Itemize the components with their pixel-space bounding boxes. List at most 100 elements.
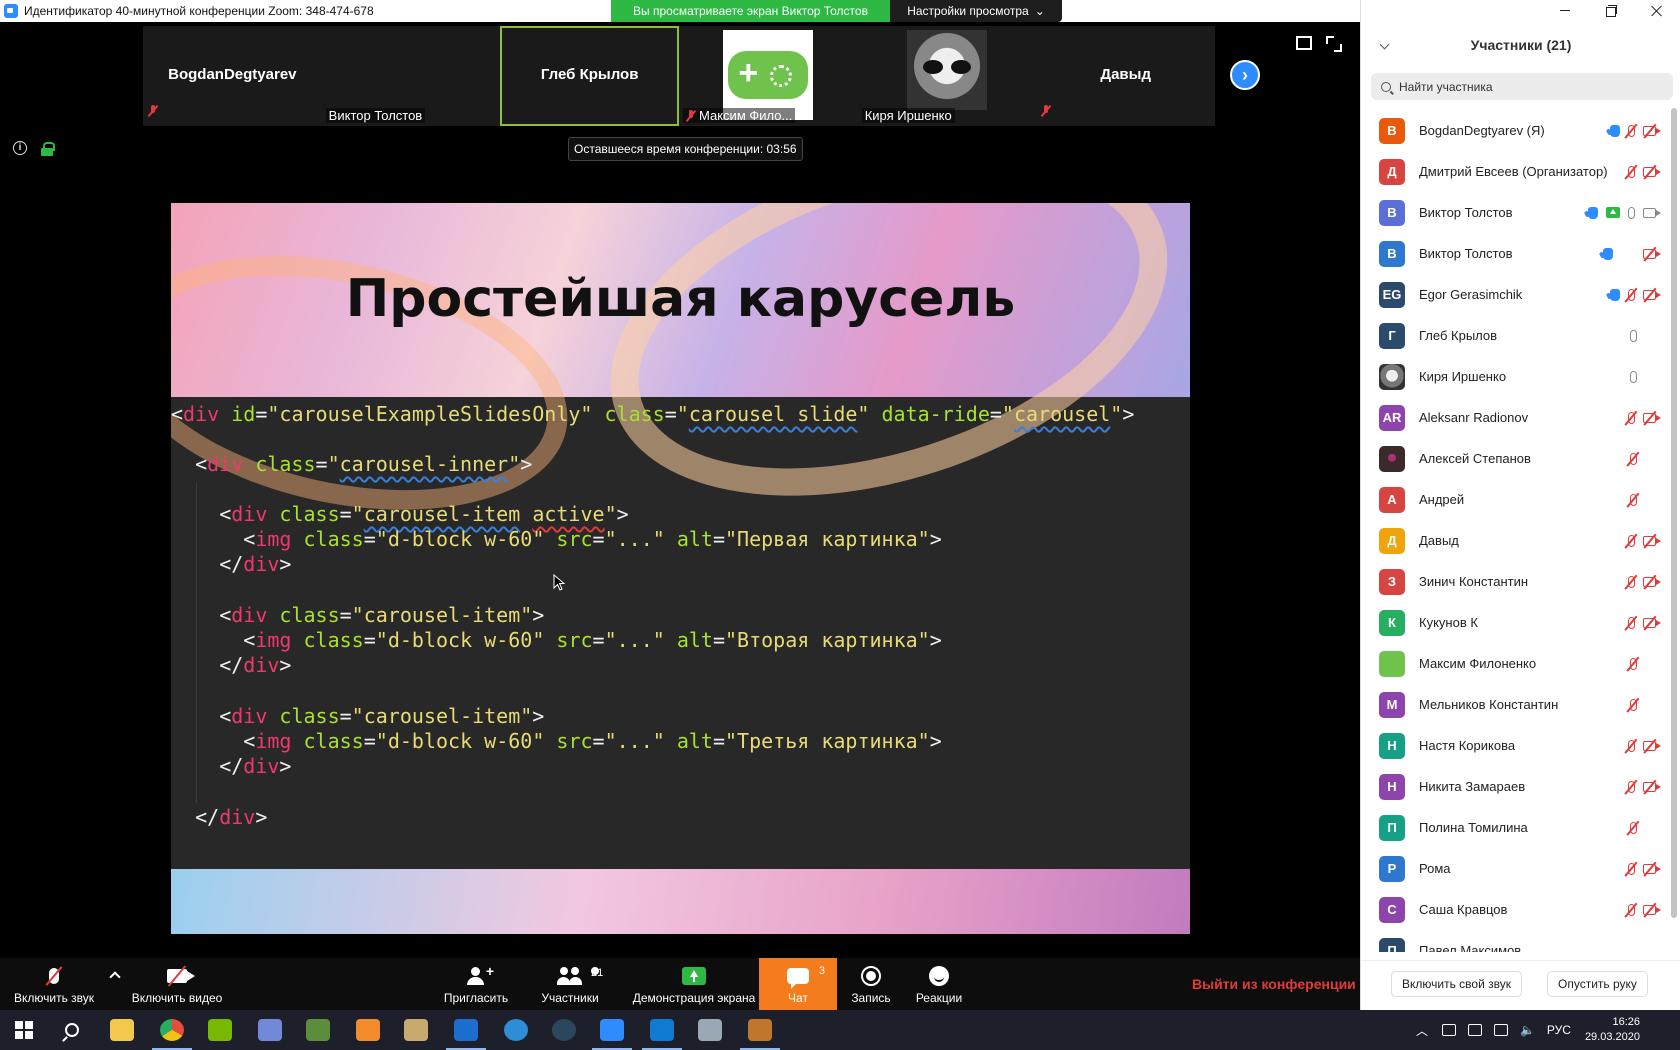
battery-icon[interactable] <box>1493 1024 1508 1036</box>
participant-status-icons <box>1628 534 1661 547</box>
unmute-self-button[interactable]: Включить свой звук <box>1391 971 1522 997</box>
participant-row[interactable]: AR Aleksanr Radionov <box>1361 397 1673 438</box>
start-button[interactable] <box>0 1010 48 1050</box>
participants-label: Участники <box>541 991 599 1005</box>
steam-button[interactable] <box>540 1010 588 1050</box>
participants-icon: 21 <box>557 967 603 985</box>
chrome-icon <box>160 1019 184 1041</box>
unmute-button[interactable]: Включить звук <box>8 958 100 1010</box>
participant-row[interactable]: К Кукунов К <box>1361 602 1673 643</box>
camera-off-icon <box>1643 904 1661 915</box>
minimize-icon[interactable] <box>1542 0 1588 22</box>
participant-row[interactable]: П Полина Томилина <box>1361 807 1673 848</box>
leave-meeting-button[interactable]: Выйти из конференции <box>1192 976 1356 992</box>
participant-name: Максим Филоненко <box>1419 656 1537 671</box>
mic-off-icon <box>49 968 59 984</box>
video-tile[interactable]: BogdanDegtyarev <box>143 26 322 126</box>
unmute-label: Включить звук <box>13 991 95 1005</box>
avatar: М <box>1379 691 1405 718</box>
close-icon[interactable] <box>1634 0 1680 22</box>
participants-button[interactable]: 21 Участники <box>540 958 603 1010</box>
avatar-initials: М <box>1386 697 1398 712</box>
participant-row[interactable]: Д Давыд <box>1361 520 1673 561</box>
participant-row[interactable]: В Виктор Толстов <box>1361 192 1673 233</box>
sublime-button[interactable] <box>344 1010 392 1050</box>
league-button[interactable] <box>392 1010 440 1050</box>
participant-row[interactable]: А Андрей <box>1361 479 1673 520</box>
discord-button[interactable] <box>246 1010 294 1050</box>
participant-row[interactable]: Д Дмитрий Евсеев (Организатор) <box>1361 151 1673 192</box>
discord-tray-icon[interactable] <box>1441 1024 1456 1036</box>
next-page-button[interactable]: › <box>1230 60 1260 90</box>
participant-row[interactable]: Максим Филоненко <box>1361 643 1673 684</box>
participant-row[interactable]: П Павел Максимов <box>1361 930 1673 952</box>
video-tile-active[interactable]: Глеб Крылов <box>500 26 680 126</box>
volume-icon[interactable]: 🔈 <box>1520 1023 1535 1037</box>
search-input[interactable] <box>1399 79 1659 94</box>
participant-row[interactable]: B BogdanDegtyarev (Я) <box>1361 110 1673 151</box>
camera-icon <box>1643 207 1661 218</box>
record-button[interactable]: Запись <box>846 958 896 1010</box>
mic-off-icon <box>1628 411 1635 424</box>
participant-status-icons <box>1630 493 1659 506</box>
clock[interactable]: 16:26 29.03.2020 <box>1585 1015 1640 1045</box>
vscode-button[interactable] <box>638 1010 686 1050</box>
start-video-button[interactable]: Включить видео <box>130 958 224 1010</box>
mic-off-icon <box>1630 698 1637 711</box>
participant-search[interactable] <box>1371 73 1673 100</box>
taskbar-search-button[interactable] <box>48 1010 96 1050</box>
participant-row[interactable]: М Мельников Константин <box>1361 684 1673 725</box>
fullscreen-icon[interactable] <box>1326 36 1342 52</box>
video-tile[interactable]: Давыд <box>1036 26 1216 126</box>
lock-icon[interactable] <box>41 142 55 156</box>
camera-off-icon <box>1643 740 1661 751</box>
tile-name: BogdanDegtyarev <box>168 66 297 83</box>
app-button[interactable] <box>442 1010 490 1050</box>
language-indicator[interactable]: РУС <box>1547 1023 1571 1037</box>
game-button[interactable] <box>736 1010 784 1050</box>
file-explorer-button[interactable] <box>98 1010 146 1050</box>
video-tile[interactable]: Максим Фило... <box>679 26 858 126</box>
avatar: Н <box>1379 773 1405 800</box>
participant-row[interactable]: EG Egor Gerasimchik <box>1361 274 1673 315</box>
participant-row[interactable]: Н Настя Корикова <box>1361 725 1673 766</box>
participant-row[interactable]: Киря Иршенко <box>1361 356 1673 397</box>
participant-status-icons <box>1610 124 1661 137</box>
mic-off-icon <box>1628 903 1635 916</box>
avatar: В <box>1379 240 1405 267</box>
participant-row[interactable]: С Саша Кравцов <box>1361 889 1673 930</box>
share-screen-button[interactable]: Демонстрация экрана <box>632 958 756 1010</box>
invite-button[interactable]: + Пригласить <box>444 958 508 1010</box>
participant-row[interactable]: З Зинич Константин <box>1361 561 1673 602</box>
restore-icon[interactable] <box>1588 0 1634 22</box>
participant-row[interactable]: Н Никита Замараев <box>1361 766 1673 807</box>
info-icon[interactable]: i <box>13 141 27 155</box>
mic-off-icon <box>1630 493 1637 506</box>
view-settings-button[interactable]: Настройки просмотра ⌄ <box>890 0 1062 22</box>
photo-button[interactable] <box>686 1010 734 1050</box>
reactions-button[interactable]: Реакции <box>912 958 966 1010</box>
participant-row[interactable]: Алексей Степанов <box>1361 438 1673 479</box>
network-icon[interactable] <box>1467 1024 1482 1036</box>
raised-hand-icon <box>1588 206 1598 219</box>
participant-row[interactable]: В Виктор Толстов <box>1361 233 1673 274</box>
nvidia-button[interactable] <box>196 1010 244 1050</box>
avatar-initials: П <box>1387 943 1397 952</box>
minecraft-button[interactable] <box>294 1010 342 1050</box>
participant-row[interactable]: Г Глеб Крылов <box>1361 315 1673 356</box>
chat-button[interactable]: 3 Чат <box>759 958 837 1010</box>
scrollbar[interactable] <box>1671 108 1677 918</box>
tor-button[interactable] <box>492 1010 540 1050</box>
chrome-button[interactable] <box>148 1010 196 1050</box>
participant-status-icons <box>1588 206 1661 219</box>
participant-name: Виктор Толстов <box>1419 205 1513 220</box>
video-tile[interactable]: Виктор Толстов <box>321 26 501 126</box>
code-line: <div class="carousel-item active"> <box>219 502 629 526</box>
zoom-button[interactable] <box>588 1010 636 1050</box>
chevron-up-icon[interactable]: ︿ <box>1416 1022 1428 1039</box>
participant-row[interactable]: Р Рома <box>1361 848 1673 889</box>
participant-status-icons <box>1628 165 1661 178</box>
layout-icon[interactable] <box>1296 36 1312 50</box>
lower-hand-button[interactable]: Опустить руку <box>1547 971 1648 997</box>
video-tile[interactable]: Киря Иршенко <box>857 26 1037 126</box>
